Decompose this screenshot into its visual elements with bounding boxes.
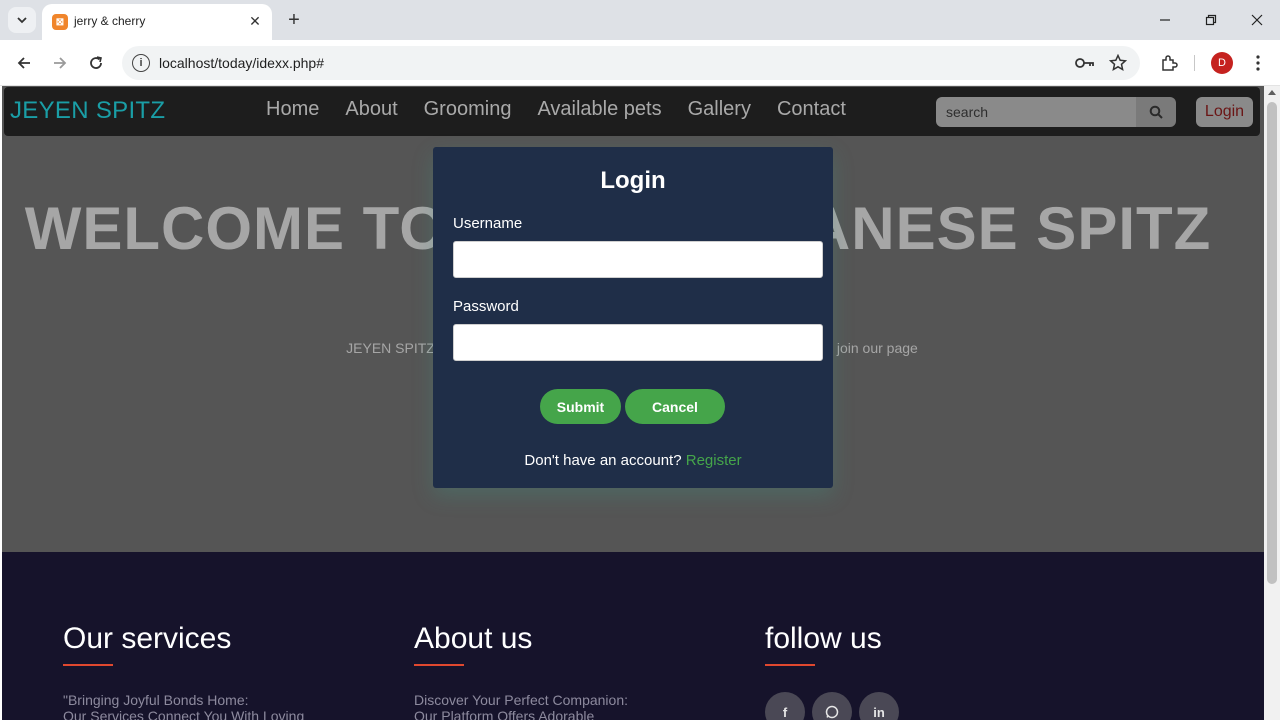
footer-about-heading: About us bbox=[414, 622, 533, 655]
site-footer: Our services "Bringing Joyful Bonds Home… bbox=[2, 552, 1264, 720]
browser-menu-icon[interactable] bbox=[1245, 50, 1271, 76]
username-label: Username bbox=[453, 215, 523, 232]
nav-links: Home About Grooming Available pets Galle… bbox=[266, 98, 846, 121]
restore-icon[interactable] bbox=[1199, 8, 1223, 32]
login-modal: Login Username Password Submit Cancel Do… bbox=[433, 147, 833, 488]
hero-title-left: WELCOME TO bbox=[24, 195, 447, 262]
nav-link-available-pets[interactable]: Available pets bbox=[537, 98, 661, 121]
hero-title-right: ANESE SPITZ bbox=[806, 195, 1212, 262]
footer-services-column: Our services "Bringing Joyful Bonds Home… bbox=[63, 622, 304, 720]
nav-link-about[interactable]: About bbox=[345, 98, 397, 121]
reload-icon[interactable] bbox=[83, 50, 109, 76]
footer-follow-heading: follow us bbox=[765, 622, 882, 655]
whatsapp-icon[interactable] bbox=[812, 692, 852, 720]
back-arrow-icon[interactable] bbox=[11, 50, 37, 76]
hero-subtitle-right: join our page bbox=[836, 340, 918, 356]
footer-follow-column: follow us f in bbox=[765, 622, 899, 720]
footer-services-line1: "Bringing Joyful Bonds Home: bbox=[63, 692, 249, 708]
scrollbar-thumb[interactable] bbox=[1267, 102, 1277, 584]
facebook-icon[interactable]: f bbox=[765, 692, 805, 720]
toolbar-separator bbox=[1194, 55, 1195, 71]
footer-services-line2: Our Services Connect You With Loving bbox=[63, 708, 305, 720]
footer-accent-line bbox=[63, 664, 113, 666]
page-viewport: WELCOME TO ANESE SPITZ JEYEN SPITZ join ou… bbox=[0, 86, 1264, 720]
extensions-puzzle-icon[interactable] bbox=[1156, 50, 1182, 76]
cancel-button[interactable]: Cancel bbox=[625, 389, 725, 424]
footer-about-line2: Our Platform Offers Adorable bbox=[414, 708, 595, 720]
tab-search-button[interactable] bbox=[8, 7, 36, 33]
bookmark-star-icon[interactable] bbox=[1108, 53, 1128, 73]
url-text: localhost/today/idexx.php# bbox=[159, 55, 324, 71]
browser-tab[interactable]: ⊠ jerry & cherry ✕ bbox=[42, 4, 272, 40]
nav-link-home[interactable]: Home bbox=[266, 98, 319, 121]
username-field[interactable] bbox=[453, 241, 823, 278]
profile-avatar[interactable]: D bbox=[1211, 52, 1233, 74]
register-prompt: Don't have an account? Register bbox=[433, 452, 833, 469]
nav-link-gallery[interactable]: Gallery bbox=[688, 98, 751, 121]
tab-title: jerry & cherry bbox=[74, 14, 146, 28]
modal-title: Login bbox=[600, 167, 666, 194]
minimize-icon[interactable] bbox=[1153, 8, 1177, 32]
footer-about-text: Discover Your Perfect Companion: Our Pla… bbox=[414, 692, 628, 720]
browser-tabstrip: ⊠ jerry & cherry ✕ + bbox=[0, 0, 1280, 40]
linkedin-icon[interactable]: in bbox=[859, 692, 899, 720]
nav-link-grooming[interactable]: Grooming bbox=[424, 98, 512, 121]
password-key-icon[interactable] bbox=[1075, 53, 1095, 73]
footer-accent-line bbox=[765, 664, 815, 666]
address-bar[interactable]: i localhost/today/idexx.php# bbox=[122, 46, 1140, 80]
xampp-favicon-icon: ⊠ bbox=[52, 14, 68, 30]
footer-services-heading: Our services bbox=[63, 622, 232, 655]
new-tab-button[interactable]: + bbox=[283, 9, 305, 31]
brand-logo-text[interactable]: JEYEN SPITZ bbox=[10, 97, 165, 125]
forward-arrow-icon[interactable] bbox=[47, 50, 73, 76]
chevron-down-icon bbox=[17, 17, 27, 24]
nav-login-button[interactable]: Login bbox=[1196, 97, 1253, 127]
browser-toolbar: i localhost/today/idexx.php# D bbox=[0, 40, 1280, 86]
no-account-text: Don't have an account? bbox=[524, 452, 682, 469]
hero-subtitle-left: JEYEN SPITZ bbox=[346, 340, 435, 356]
tab-close-icon[interactable]: ✕ bbox=[246, 12, 264, 30]
window-close-icon[interactable] bbox=[1245, 8, 1269, 32]
submit-button[interactable]: Submit bbox=[540, 389, 621, 424]
nav-link-contact[interactable]: Contact bbox=[777, 98, 846, 121]
footer-about-column: About us Discover Your Perfect Companion… bbox=[414, 622, 628, 720]
password-label: Password bbox=[453, 298, 519, 315]
search-icon bbox=[1149, 105, 1163, 119]
password-field[interactable] bbox=[453, 324, 823, 361]
site-info-icon[interactable]: i bbox=[132, 54, 150, 72]
search-button[interactable] bbox=[1136, 97, 1176, 127]
social-links: f in bbox=[765, 692, 899, 720]
search-box bbox=[936, 97, 1136, 127]
page-scrollbar[interactable] bbox=[1264, 86, 1280, 720]
site-navbar: JEYEN SPITZ Home About Grooming Availabl… bbox=[4, 87, 1260, 136]
footer-about-line1: Discover Your Perfect Companion: bbox=[414, 692, 628, 708]
register-link[interactable]: Register bbox=[686, 452, 742, 469]
search-input[interactable] bbox=[936, 97, 1136, 127]
footer-accent-line bbox=[414, 664, 464, 666]
footer-services-text: "Bringing Joyful Bonds Home: Our Service… bbox=[63, 692, 304, 720]
scroll-up-arrow-icon[interactable] bbox=[1268, 90, 1276, 95]
